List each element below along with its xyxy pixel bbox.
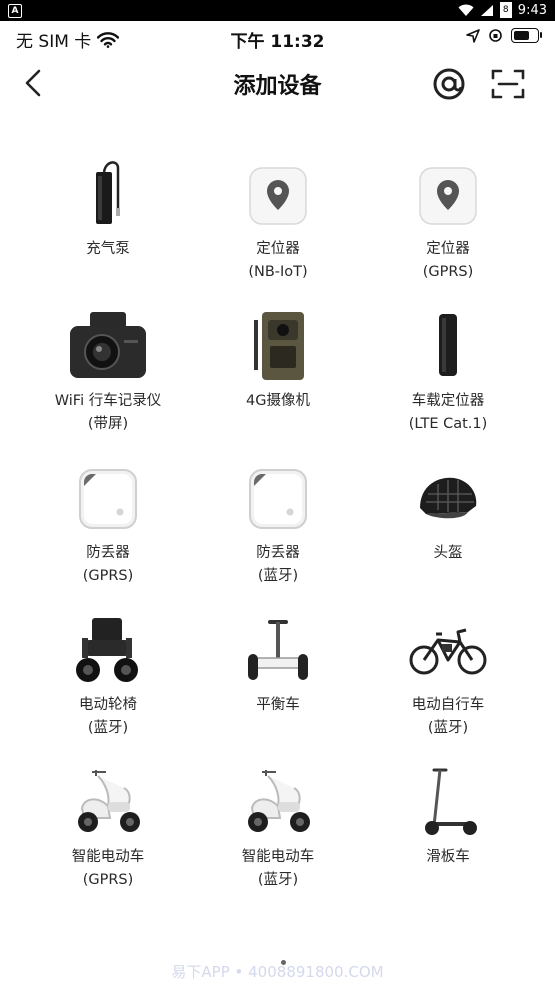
device-name: 车载定位器 bbox=[411, 393, 485, 409]
device-name: WiFi 行车记录仪 bbox=[54, 393, 162, 409]
device-name: 电动轮椅 bbox=[79, 697, 137, 713]
device-sub: (GPRS) bbox=[82, 872, 134, 888]
device-sub: (LTE Cat.1) bbox=[408, 416, 488, 432]
device-kick-scooter[interactable]: 滑板车 bbox=[363, 766, 533, 918]
location-arrow-icon bbox=[466, 28, 480, 43]
wheelchair-icon bbox=[76, 618, 138, 682]
device-name: 4G摄像机 bbox=[246, 393, 310, 409]
watermark: 易下APP • 4008891800.COM bbox=[171, 963, 384, 981]
navigation-bar: 添加设备 bbox=[0, 58, 555, 110]
location-pin-icon bbox=[249, 167, 307, 225]
car-tracker-icon bbox=[439, 314, 457, 376]
scan-icon[interactable] bbox=[490, 68, 526, 100]
notification-a-icon: A bbox=[8, 4, 22, 18]
device-name: 智能电动车 bbox=[71, 849, 145, 865]
location-pin-icon bbox=[419, 167, 477, 225]
dashcam-icon bbox=[70, 312, 146, 378]
trail-camera-icon bbox=[254, 312, 304, 380]
device-sub: (蓝牙) bbox=[257, 872, 299, 888]
device-tracker-nbiot[interactable]: 定位器 (NB-IoT) bbox=[193, 158, 363, 310]
device-sub: (带屏) bbox=[87, 416, 129, 432]
wifi-signal-icon bbox=[458, 4, 474, 16]
device-smart-ev-gprs[interactable]: 智能电动车 (GPRS) bbox=[23, 766, 193, 918]
device-name: 定位器 bbox=[256, 241, 300, 257]
device-name: 充气泵 bbox=[86, 241, 130, 257]
device-helmet[interactable]: 头盔 bbox=[363, 462, 533, 614]
device-sub: (GPRS) bbox=[422, 264, 474, 280]
device-sub: (蓝牙) bbox=[427, 720, 469, 736]
device-name: 定位器 bbox=[426, 241, 470, 257]
at-symbol-icon[interactable] bbox=[431, 66, 467, 102]
helmet-icon bbox=[420, 477, 477, 519]
battery-badge: 8 bbox=[499, 2, 512, 18]
battery-icon bbox=[511, 28, 542, 43]
device-air-pump[interactable]: 充气泵 bbox=[23, 158, 193, 310]
device-balance-scooter[interactable]: 平衡车 bbox=[193, 614, 363, 766]
device-name: 滑板车 bbox=[426, 849, 470, 865]
cell-signal-icon bbox=[480, 4, 493, 16]
device-wheelchair[interactable]: 电动轮椅 (蓝牙) bbox=[23, 614, 193, 766]
device-smart-ev-bluetooth[interactable]: 智能电动车 (蓝牙) bbox=[193, 766, 363, 918]
system-time: 9:43 bbox=[517, 2, 547, 18]
anti-loss-tag-icon bbox=[249, 469, 307, 529]
device-sub: (NB-IoT) bbox=[248, 264, 308, 280]
anti-loss-tag-icon bbox=[79, 469, 137, 529]
device-dashcam[interactable]: WiFi 行车记录仪 (带屏) bbox=[23, 310, 193, 462]
device-4g-camera[interactable]: 4G摄像机 bbox=[193, 310, 363, 462]
device-name: 智能电动车 bbox=[241, 849, 315, 865]
device-name: 平衡车 bbox=[256, 697, 300, 713]
device-anti-loss-bluetooth[interactable]: 防丢器 (蓝牙) bbox=[193, 462, 363, 614]
device-sub: (GPRS) bbox=[82, 568, 134, 584]
rotation-lock-icon bbox=[489, 29, 502, 42]
electric-scooter-moped-icon bbox=[78, 770, 140, 832]
device-name: 头盔 bbox=[433, 545, 463, 561]
device-sub: (蓝牙) bbox=[87, 720, 129, 736]
electric-scooter-moped-icon bbox=[248, 770, 310, 832]
device-name: 防丢器 bbox=[256, 545, 300, 561]
device-anti-loss-gprs[interactable]: 防丢器 (GPRS) bbox=[23, 462, 193, 614]
kick-scooter-icon bbox=[425, 768, 477, 835]
device-name: 防丢器 bbox=[86, 545, 130, 561]
air-pump-icon bbox=[96, 161, 120, 224]
device-tracker-gprs[interactable]: 定位器 (GPRS) bbox=[363, 158, 533, 310]
app-status-bar: 无 SIM 卡 下午 11:32 bbox=[0, 21, 555, 55]
page-title: 添加设备 bbox=[233, 74, 322, 99]
device-e-bike[interactable]: 电动自行车 (蓝牙) bbox=[363, 614, 533, 766]
balance-scooter-icon bbox=[248, 620, 308, 680]
system-status-bar: A 8 9:43 bbox=[0, 0, 555, 21]
device-sub: (蓝牙) bbox=[257, 568, 299, 584]
device-name: 电动自行车 bbox=[411, 697, 485, 713]
electric-bike-icon bbox=[409, 628, 487, 675]
device-grid: 充气泵 定位器 (NB-IoT) 定位器 (GPRS) WiFi 行车记录仪 (… bbox=[0, 158, 555, 918]
device-car-tracker[interactable]: 车载定位器 (LTE Cat.1) bbox=[363, 310, 533, 462]
